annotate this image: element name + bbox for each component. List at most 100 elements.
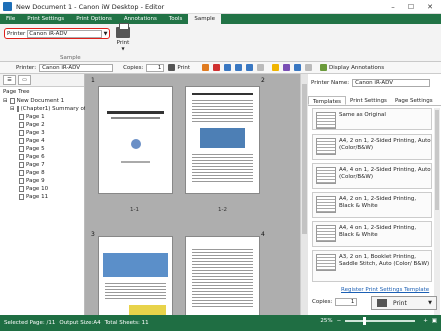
page-thumbnail-3[interactable] <box>98 236 173 315</box>
tab-thumbnails[interactable]: ▭ <box>18 75 31 85</box>
tree-root-label: New Document 1 <box>16 98 65 104</box>
close-icon[interactable] <box>257 64 265 71</box>
template-label: A4, 2 on 1, 2-Sided Printing, Black & Wh… <box>339 196 417 209</box>
delete-icon[interactable] <box>213 64 221 71</box>
page-icon <box>19 170 24 176</box>
tab-page-settings[interactable]: Page Settings <box>391 96 437 105</box>
printer-icon <box>168 64 176 71</box>
print-button[interactable]: Print ▼ <box>371 296 437 310</box>
fit-page-icon[interactable]: ▣ <box>432 318 437 324</box>
page-thumbnail-1[interactable] <box>98 86 173 194</box>
page-icon <box>19 178 24 184</box>
undo-icon[interactable] <box>235 64 243 71</box>
tree-page-item[interactable]: Page 7 <box>3 161 84 169</box>
tree-root[interactable]: ⊟ New Document 1 <box>3 97 84 105</box>
page-label: 1-2 <box>218 207 227 213</box>
scrollbar-thumb[interactable] <box>435 110 439 210</box>
folder-icon <box>16 106 19 112</box>
toolbar-printer-select[interactable]: Canon iR-ADV <box>39 63 114 72</box>
page-thumbnail-2[interactable] <box>185 86 260 194</box>
template-item[interactable]: Same as Original <box>312 108 432 130</box>
toolbar-print-button[interactable]: Print <box>177 65 190 71</box>
tree-page-label: Page 11 <box>26 194 49 200</box>
zoom-slider-knob[interactable] <box>363 317 367 325</box>
tab-print-settings[interactable]: Print Settings <box>21 14 70 24</box>
tree-page-item[interactable]: Page 5 <box>3 145 84 153</box>
ribbon-printer-select[interactable]: Printer Canon iR-ADV ▼ <box>4 28 110 39</box>
template-item[interactable]: A3, 2 on 1, Booklet Printing, Saddle Sti… <box>312 250 432 282</box>
zoom-out-icon[interactable]: − <box>337 318 342 324</box>
chapter-number: 3 <box>91 231 95 238</box>
paint-icon[interactable] <box>202 64 210 71</box>
page-thumbnail-4[interactable] <box>185 236 260 315</box>
stamp-icon[interactable] <box>283 64 291 71</box>
tree-page-item[interactable]: Page 11 <box>3 193 84 201</box>
register-template-link[interactable]: Register Print Settings Template <box>341 287 429 293</box>
tree-page-item[interactable]: Page 9 <box>3 177 84 185</box>
template-item[interactable]: A4, 2 on 1, 2-Sided Printing, Auto (Colo… <box>312 134 432 160</box>
chevron-down-icon[interactable]: ▼ <box>102 31 109 37</box>
tree-page-item[interactable]: Page 8 <box>3 169 84 177</box>
minimize-button[interactable]: – <box>384 0 402 13</box>
tree-page-label: Page 5 <box>26 146 45 152</box>
printer-name-select[interactable]: Canon iR-ADV <box>352 79 431 87</box>
tab-print-settings-pane[interactable]: Print Settings <box>346 96 391 105</box>
scrollbar-thumb[interactable] <box>302 84 307 234</box>
tree-page-label: Page 2 <box>26 122 45 128</box>
highlight-icon[interactable] <box>272 64 280 71</box>
page-preview-area: 1 2 1-1 1-2 3 4 <box>85 74 308 315</box>
redo-icon[interactable] <box>246 64 254 71</box>
template-label: A4, 2 on 1, 2-Sided Printing, Auto (Colo… <box>339 138 431 151</box>
page-icon <box>19 162 24 168</box>
ribbon-printer-value[interactable]: Canon iR-ADV <box>27 29 102 38</box>
template-item[interactable]: A4, 4 on 1, 2-Sided Printing, Auto (Colo… <box>312 163 432 189</box>
tree-page-item[interactable]: Page 6 <box>3 153 84 161</box>
status-total-sheets: Total Sheets: 11 <box>104 320 149 326</box>
template-item[interactable]: A4, 2 on 1, 2-Sided Printing, Black & Wh… <box>312 192 432 218</box>
zoom-slider[interactable] <box>345 317 416 325</box>
template-thumbnail <box>316 112 336 129</box>
tab-print-options[interactable]: Print Options <box>70 14 118 24</box>
page-icon <box>19 194 24 200</box>
toolbar-copies-input[interactable]: 1 <box>146 63 165 72</box>
tree-page-item[interactable]: Page 2 <box>3 121 84 129</box>
tree-page-label: Page 1 <box>26 114 45 120</box>
tree-chapter[interactable]: ⊟ (Chapter1) Summary of R... <box>3 105 96 113</box>
collapse-icon[interactable]: ⊟ <box>10 105 15 113</box>
preview-scrollbar[interactable] <box>300 74 308 315</box>
status-bar: Selected Page: /11 Output Size:A4 Total … <box>0 315 441 331</box>
tab-tools[interactable]: Tools <box>163 14 189 24</box>
close-button[interactable]: ✕ <box>421 0 439 13</box>
template-thumbnail <box>316 138 336 155</box>
ribbon-printer-label: Printer <box>7 30 26 37</box>
tree-page-label: Page 9 <box>26 178 45 184</box>
settings-tabs: Templates Print Settings Page Settings <box>308 96 441 106</box>
tree-page-item[interactable]: Page 1 <box>3 113 84 121</box>
tab-file[interactable]: File <box>0 14 21 24</box>
text-icon[interactable] <box>294 64 302 71</box>
tree-page-label: Page 3 <box>26 130 45 136</box>
rotate-icon[interactable] <box>224 64 232 71</box>
chevron-down-icon[interactable]: ▼ <box>428 300 432 306</box>
app-icon <box>3 2 12 11</box>
collapse-icon[interactable]: ⊟ <box>3 97 8 105</box>
tab-page-tree[interactable]: ☰ <box>3 75 16 85</box>
copies-label: Copies: <box>312 299 333 305</box>
zoom-in-icon[interactable]: + <box>423 318 428 324</box>
chevron-down-icon[interactable]: ▼ <box>114 46 132 51</box>
ribbon-print-button[interactable]: Print ▼ <box>114 23 132 57</box>
tree-page-item[interactable]: Page 3 <box>3 129 84 137</box>
tab-sample[interactable]: Sample <box>188 14 222 24</box>
template-item[interactable]: A4, 4 on 1, 2-Sided Printing, Black & Wh… <box>312 221 432 247</box>
template-label: A4, 4 on 1, 2-Sided Printing, Black & Wh… <box>339 225 417 238</box>
display-annotations-toggle[interactable]: Display Annotations <box>329 65 384 71</box>
document-icon <box>9 98 15 104</box>
tab-templates[interactable]: Templates <box>308 96 346 105</box>
maximize-button[interactable]: ☐ <box>402 0 420 13</box>
chapter-number: 2 <box>261 77 265 84</box>
chapter-number: 4 <box>261 231 265 238</box>
tree-page-item[interactable]: Page 10 <box>3 185 84 193</box>
tree-page-item[interactable]: Page 4 <box>3 137 84 145</box>
copies-input[interactable]: 1 <box>335 298 358 306</box>
layout-icon[interactable] <box>305 64 313 71</box>
